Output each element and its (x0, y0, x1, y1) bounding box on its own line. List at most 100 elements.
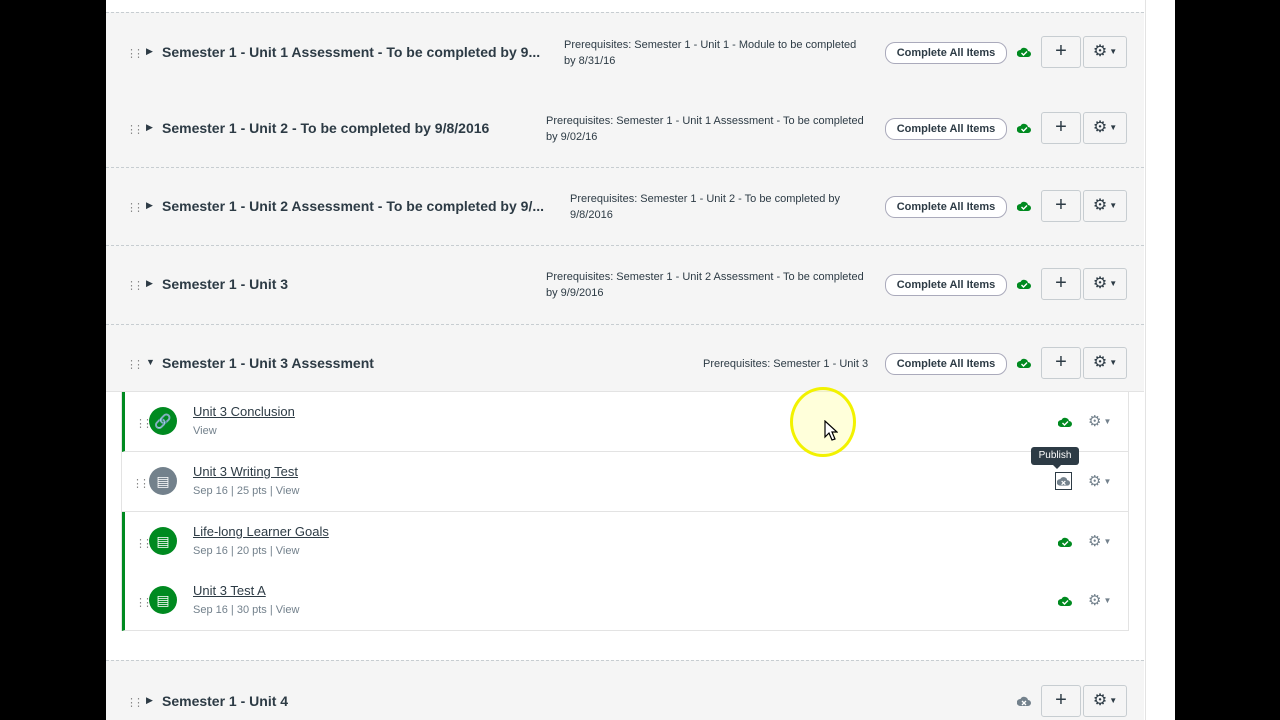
complete-all-items-badge: Complete All Items (885, 274, 1007, 296)
chevron-down-icon: ▼ (1109, 47, 1118, 56)
module-header[interactable]: ▼ Semester 1 - Unit 3 Assessment Prerequ… (106, 325, 1144, 392)
item-title-link[interactable]: Unit 3 Test A (193, 583, 266, 598)
list-item[interactable]: ▤ Unit 3 Test A Sep 16 | 30 pts | View ⚙… (122, 571, 1128, 631)
list-item[interactable]: ▤ Unit 3 Writing Test Sep 16 | 25 pts | … (122, 452, 1128, 512)
assignment-icon: ▤ (149, 467, 177, 495)
module-header[interactable]: ▶ Semester 1 - Unit 4 + ⚙▼ (106, 660, 1144, 720)
module-header[interactable]: ▶ Semester 1 - Unit 1 Assessment - To be… (106, 12, 1144, 91)
module-title[interactable]: Semester 1 - Unit 3 Assessment (162, 355, 462, 371)
unpublished-cloud-icon[interactable] (1017, 695, 1031, 707)
chevron-down-icon: ▼ (1109, 696, 1118, 705)
assignment-icon: ▤ (149, 527, 177, 555)
module-settings-button[interactable]: ⚙ ▼ (1083, 36, 1127, 68)
gear-icon: ⚙ (1092, 197, 1108, 214)
gear-icon: ⚙ (1092, 119, 1108, 136)
caret-right-icon[interactable]: ▶ (146, 122, 154, 132)
drag-handle-icon[interactable] (135, 595, 143, 609)
assignment-icon: ▤ (149, 586, 177, 614)
module-header[interactable]: ▶ Semester 1 - Unit 3 Prerequisites: Sem… (106, 246, 1144, 325)
drag-handle-icon[interactable] (126, 278, 134, 292)
chevron-down-icon: ▼ (1103, 417, 1112, 426)
published-cloud-icon[interactable] (1017, 46, 1031, 58)
drag-handle-icon[interactable] (126, 200, 134, 214)
item-meta[interactable]: View (193, 425, 217, 437)
drag-handle-icon[interactable] (135, 536, 143, 550)
item-meta[interactable]: Sep 16 | 20 pts | View (193, 545, 299, 557)
mouse-cursor-icon (824, 420, 838, 441)
link-icon: 🔗 (149, 407, 177, 435)
drag-handle-icon[interactable] (135, 416, 143, 430)
item-settings-button[interactable]: ⚙ ▼ (1088, 412, 1111, 430)
item-settings-button[interactable]: ⚙ ▼ (1088, 532, 1111, 550)
item-settings-button[interactable]: ⚙ ▼ (1088, 472, 1111, 490)
published-cloud-icon[interactable] (1017, 122, 1031, 134)
complete-all-items-badge: Complete All Items (885, 42, 1007, 64)
chevron-down-icon: ▼ (1103, 596, 1112, 605)
unpublished-cloud-icon (1057, 477, 1070, 486)
caret-down-icon[interactable]: ▼ (146, 357, 155, 367)
drag-handle-icon[interactable] (126, 695, 134, 709)
caret-right-icon[interactable]: ▶ (146, 695, 154, 705)
published-cloud-icon[interactable] (1017, 200, 1031, 212)
published-cloud-icon[interactable] (1058, 416, 1072, 428)
page-edge (1145, 0, 1175, 720)
gear-icon: ⚙ (1092, 275, 1108, 292)
complete-all-items-badge: Complete All Items (885, 196, 1007, 218)
chevron-down-icon: ▼ (1103, 477, 1112, 486)
published-cloud-icon[interactable] (1017, 278, 1031, 290)
item-title-link[interactable]: Life-long Learner Goals (193, 524, 329, 539)
module-settings-button[interactable]: ⚙ ▼ (1083, 347, 1127, 379)
list-item[interactable]: ▤ Life-long Learner Goals Sep 16 | 20 pt… (122, 512, 1128, 572)
published-cloud-icon[interactable] (1017, 357, 1031, 369)
module-prerequisites: Prerequisites: Semester 1 - Unit 2 - To … (570, 193, 841, 221)
module-title[interactable]: Semester 1 - Unit 2 Assessment - To be c… (162, 198, 546, 214)
gear-icon: ⚙ (1092, 692, 1108, 709)
module-settings-button[interactable]: ⚙ ▼ (1083, 112, 1127, 144)
add-item-button[interactable]: + (1041, 347, 1081, 379)
caret-right-icon[interactable]: ▶ (146, 278, 154, 288)
module-title[interactable]: Semester 1 - Unit 4 (162, 693, 462, 709)
module-prerequisites: Prerequisites: Semester 1 - Unit 2 Asses… (546, 271, 864, 299)
gear-icon: ⚙ (1092, 43, 1108, 60)
item-meta[interactable]: Sep 16 | 30 pts | View (193, 604, 299, 616)
complete-all-items-badge: Complete All Items (885, 118, 1007, 140)
chevron-down-icon: ▼ (1109, 123, 1118, 132)
module-items-list: 🔗 Unit 3 Conclusion View ⚙▼ ▤ Unit 3 Wri… (121, 392, 1129, 631)
drag-handle-icon[interactable] (126, 122, 134, 136)
item-meta[interactable]: Sep 16 | 25 pts | View (193, 485, 299, 497)
module-title[interactable]: Semester 1 - Unit 1 Assessment - To be c… (162, 44, 544, 60)
published-cloud-icon[interactable] (1058, 595, 1072, 607)
add-item-button[interactable]: + (1041, 112, 1081, 144)
chevron-down-icon: ▼ (1109, 358, 1118, 367)
cursor-highlight (790, 387, 856, 457)
drag-handle-icon[interactable] (126, 46, 134, 60)
complete-all-items-badge: Complete All Items (885, 353, 1007, 375)
add-item-button[interactable]: + (1041, 268, 1081, 300)
module-settings-button[interactable]: ⚙ ▼ (1083, 685, 1127, 717)
add-item-button[interactable]: + (1041, 36, 1081, 68)
module-settings-button[interactable]: ⚙ ▼ (1083, 190, 1127, 222)
drag-handle-icon[interactable] (132, 476, 140, 490)
gear-icon: ⚙ (1092, 354, 1108, 371)
published-cloud-icon[interactable] (1058, 536, 1072, 548)
module-header[interactable]: ▶ Semester 1 - Unit 2 - To be completed … (106, 90, 1144, 168)
list-item[interactable]: 🔗 Unit 3 Conclusion View ⚙▼ (122, 392, 1128, 452)
caret-right-icon[interactable]: ▶ (146, 200, 154, 210)
module-prerequisites: Prerequisites: Semester 1 - Unit 1 Asses… (546, 115, 864, 143)
module-header[interactable]: ▶ Semester 1 - Unit 2 Assessment - To be… (106, 168, 1144, 246)
modules-page: ▶ Semester 1 - Unit 1 Assessment - To be… (106, 0, 1174, 720)
add-item-button[interactable]: + (1041, 685, 1081, 717)
module-prerequisites: Prerequisites: Semester 1 - Unit 1 - Mod… (564, 39, 857, 67)
caret-right-icon[interactable]: ▶ (146, 46, 154, 56)
drag-handle-icon[interactable] (126, 357, 134, 371)
add-item-button[interactable]: + (1041, 190, 1081, 222)
item-title-link[interactable]: Unit 3 Writing Test (193, 464, 298, 479)
module-title[interactable]: Semester 1 - Unit 3 (162, 276, 462, 292)
publish-button[interactable] (1055, 472, 1072, 490)
publish-tooltip: Publish (1031, 447, 1079, 469)
item-settings-button[interactable]: ⚙ ▼ (1088, 591, 1111, 609)
item-title-link[interactable]: Unit 3 Conclusion (193, 404, 295, 419)
chevron-down-icon: ▼ (1109, 279, 1118, 288)
module-title[interactable]: Semester 1 - Unit 2 - To be completed by… (162, 120, 542, 136)
module-settings-button[interactable]: ⚙ ▼ (1083, 268, 1127, 300)
